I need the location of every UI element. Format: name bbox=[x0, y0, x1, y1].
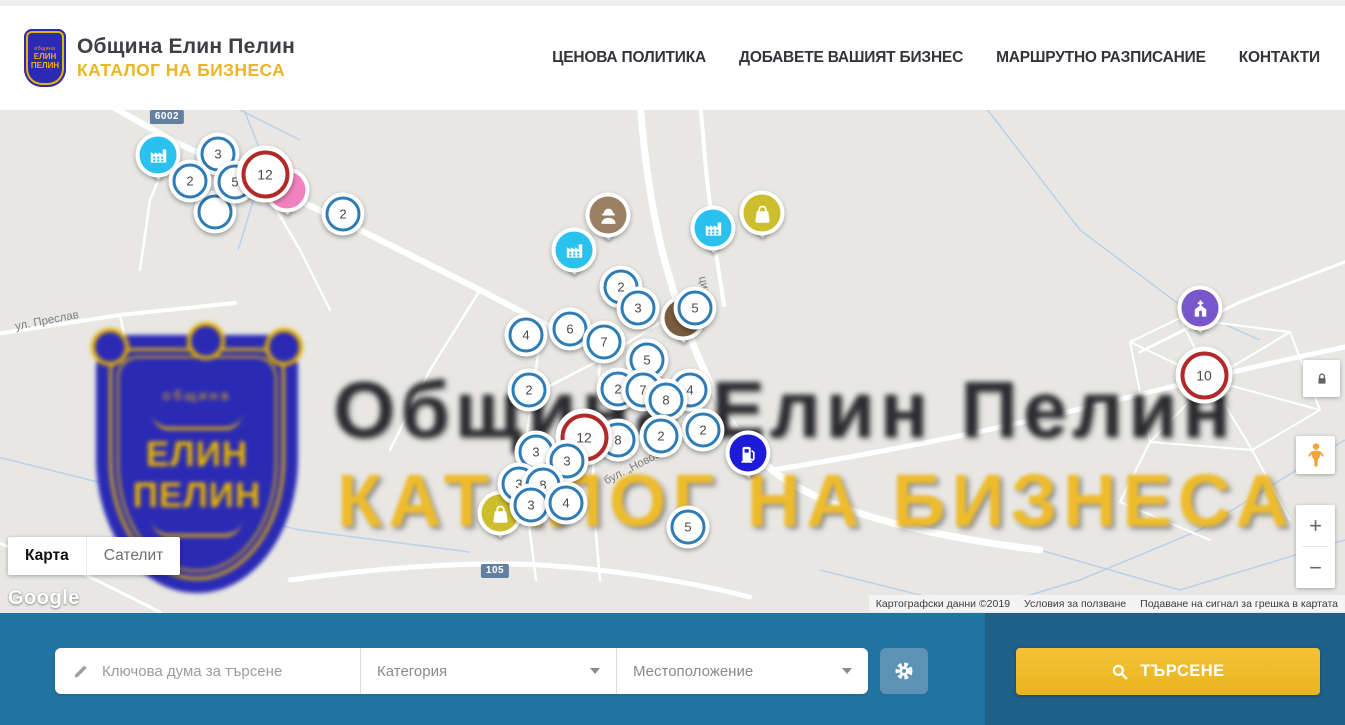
street-view-pegman-button[interactable] bbox=[1296, 436, 1335, 474]
map-cluster-marker[interactable]: 2 bbox=[682, 409, 725, 452]
keyword-field[interactable] bbox=[55, 648, 360, 694]
map-pin-bag[interactable] bbox=[740, 191, 785, 236]
pencil-icon bbox=[72, 663, 89, 680]
road-badge: 105 bbox=[481, 564, 509, 578]
map-lock-button[interactable] bbox=[1303, 360, 1340, 397]
municipality-crest-icon: община ЕЛИН ПЕЛИН bbox=[24, 29, 66, 87]
map-cluster-marker[interactable]: 4 bbox=[545, 482, 588, 525]
google-logo[interactable]: Google bbox=[8, 587, 80, 610]
map-cluster-marker[interactable]: 5 bbox=[674, 287, 717, 330]
cluster-count: 7 bbox=[587, 325, 622, 360]
cluster-count: 2 bbox=[686, 413, 721, 448]
attribution-text: Картографски данни ©2019 bbox=[869, 598, 1017, 610]
location-select[interactable]: Местоположение bbox=[616, 648, 868, 694]
worker-icon bbox=[597, 204, 619, 226]
map-pin-factory[interactable] bbox=[552, 228, 597, 273]
map-pin-factory[interactable] bbox=[691, 206, 736, 251]
main-nav: ЦЕНОВА ПОЛИТИКА ДОБАВЕТЕ ВАШИЯТ БИЗНЕС МАР… bbox=[552, 49, 1320, 67]
cluster-count: 2 bbox=[326, 197, 361, 232]
header: община ЕЛИН ПЕЛИН Община Елин Пелин КАТА… bbox=[0, 0, 1345, 110]
map-cluster-marker[interactable]: 2 bbox=[508, 369, 551, 412]
site-logo[interactable]: община ЕЛИН ПЕЛИН Община Елин Пелин КАТА… bbox=[24, 29, 295, 87]
map-attribution: Картографски данни ©2019Условия за ползв… bbox=[869, 595, 1345, 612]
map-pin-church[interactable] bbox=[1178, 286, 1223, 331]
category-select[interactable]: Категория bbox=[360, 648, 616, 694]
map-cluster-marker[interactable]: 2 bbox=[322, 193, 365, 236]
zoom-out-button[interactable]: − bbox=[1296, 547, 1335, 588]
nav-item-2[interactable]: МАРШРУТНО РАЗПИСАНИЕ bbox=[996, 49, 1206, 67]
site-title: Община Елин Пелин bbox=[77, 35, 295, 59]
cluster-count: 2 bbox=[512, 373, 547, 408]
fuel-icon bbox=[737, 442, 759, 464]
cluster-count: 4 bbox=[549, 486, 584, 521]
map-cluster-marker[interactable]: 3 bbox=[617, 287, 660, 330]
attribution-link-1[interactable]: Условия за ползване bbox=[1017, 598, 1133, 610]
category-label: Категория bbox=[377, 663, 447, 680]
search-fields: Категория Местоположение bbox=[55, 648, 868, 694]
location-label: Местоположение bbox=[633, 663, 753, 680]
cluster-count: 5 bbox=[671, 510, 706, 545]
nav-item-3[interactable]: КОНТАКТИ bbox=[1239, 49, 1320, 67]
site-subtitle: КАТАЛОГ НА БИЗНЕСА bbox=[77, 60, 295, 81]
advanced-settings-button[interactable] bbox=[880, 648, 928, 694]
map-type-satellite-button[interactable]: Сателит bbox=[86, 537, 180, 575]
keyword-input[interactable] bbox=[100, 662, 350, 681]
bag-icon bbox=[751, 202, 773, 224]
crest-line2: ПЕЛИН bbox=[31, 61, 59, 70]
map-pin-fuel[interactable] bbox=[726, 431, 771, 476]
map-cluster-marker[interactable]: 4 bbox=[505, 314, 548, 357]
cluster-count: 12 bbox=[241, 150, 289, 198]
bag-icon bbox=[489, 502, 511, 524]
map-cluster-marker[interactable]: 2 bbox=[640, 415, 683, 458]
chevron-down-icon bbox=[842, 668, 852, 674]
cluster-count: 10 bbox=[1180, 351, 1228, 399]
cluster-count: 2 bbox=[644, 419, 679, 454]
cluster-count: 8 bbox=[649, 383, 684, 418]
map-type-control: Карта Сателит bbox=[8, 537, 180, 575]
search-bar: Категория Местоположение ТЪРСЕНЕ bbox=[0, 613, 1345, 725]
road-badge: 6002 bbox=[150, 110, 184, 124]
cluster-count: 3 bbox=[621, 291, 656, 326]
church-icon bbox=[1189, 297, 1211, 319]
map-cluster-marker[interactable]: 7 bbox=[583, 321, 626, 364]
pegman-icon bbox=[1305, 442, 1327, 468]
cluster-count: 2 bbox=[173, 164, 208, 199]
map-cluster-marker[interactable]: 12 bbox=[237, 146, 294, 203]
map-type-map-button[interactable]: Карта bbox=[8, 537, 86, 575]
lock-icon bbox=[1314, 371, 1330, 387]
cluster-count: 5 bbox=[678, 291, 713, 326]
chevron-down-icon bbox=[590, 668, 600, 674]
cluster-count: 3 bbox=[514, 488, 549, 523]
search-icon bbox=[1111, 663, 1129, 681]
factory-icon bbox=[563, 239, 585, 261]
crest-line1: ЕЛИН bbox=[34, 52, 56, 61]
map-cluster-marker[interactable]: 2 bbox=[169, 160, 212, 203]
nav-item-1[interactable]: ДОБАВЕТЕ ВАШИЯТ БИЗНЕС bbox=[739, 49, 963, 67]
map-cluster-marker[interactable]: 5 bbox=[667, 506, 710, 549]
cluster-count: 4 bbox=[509, 318, 544, 353]
zoom-in-button[interactable]: + bbox=[1296, 505, 1335, 546]
factory-icon bbox=[147, 144, 169, 166]
gear-icon bbox=[892, 659, 916, 683]
map-canvas[interactable]: 6002105 ул. Преславбул. „Новоселции общи… bbox=[0, 110, 1345, 613]
nav-item-0[interactable]: ЦЕНОВА ПОЛИТИКА bbox=[552, 49, 706, 67]
attribution-link-2[interactable]: Подаване на сигнал за грешка в картата bbox=[1133, 598, 1345, 610]
map-zoom-control: + − bbox=[1296, 505, 1335, 588]
search-button[interactable]: ТЪРСЕНЕ bbox=[1016, 648, 1320, 695]
factory-icon bbox=[702, 217, 724, 239]
map-cluster-marker[interactable]: 10 bbox=[1176, 347, 1233, 404]
search-button-label: ТЪРСЕНЕ bbox=[1140, 662, 1224, 681]
